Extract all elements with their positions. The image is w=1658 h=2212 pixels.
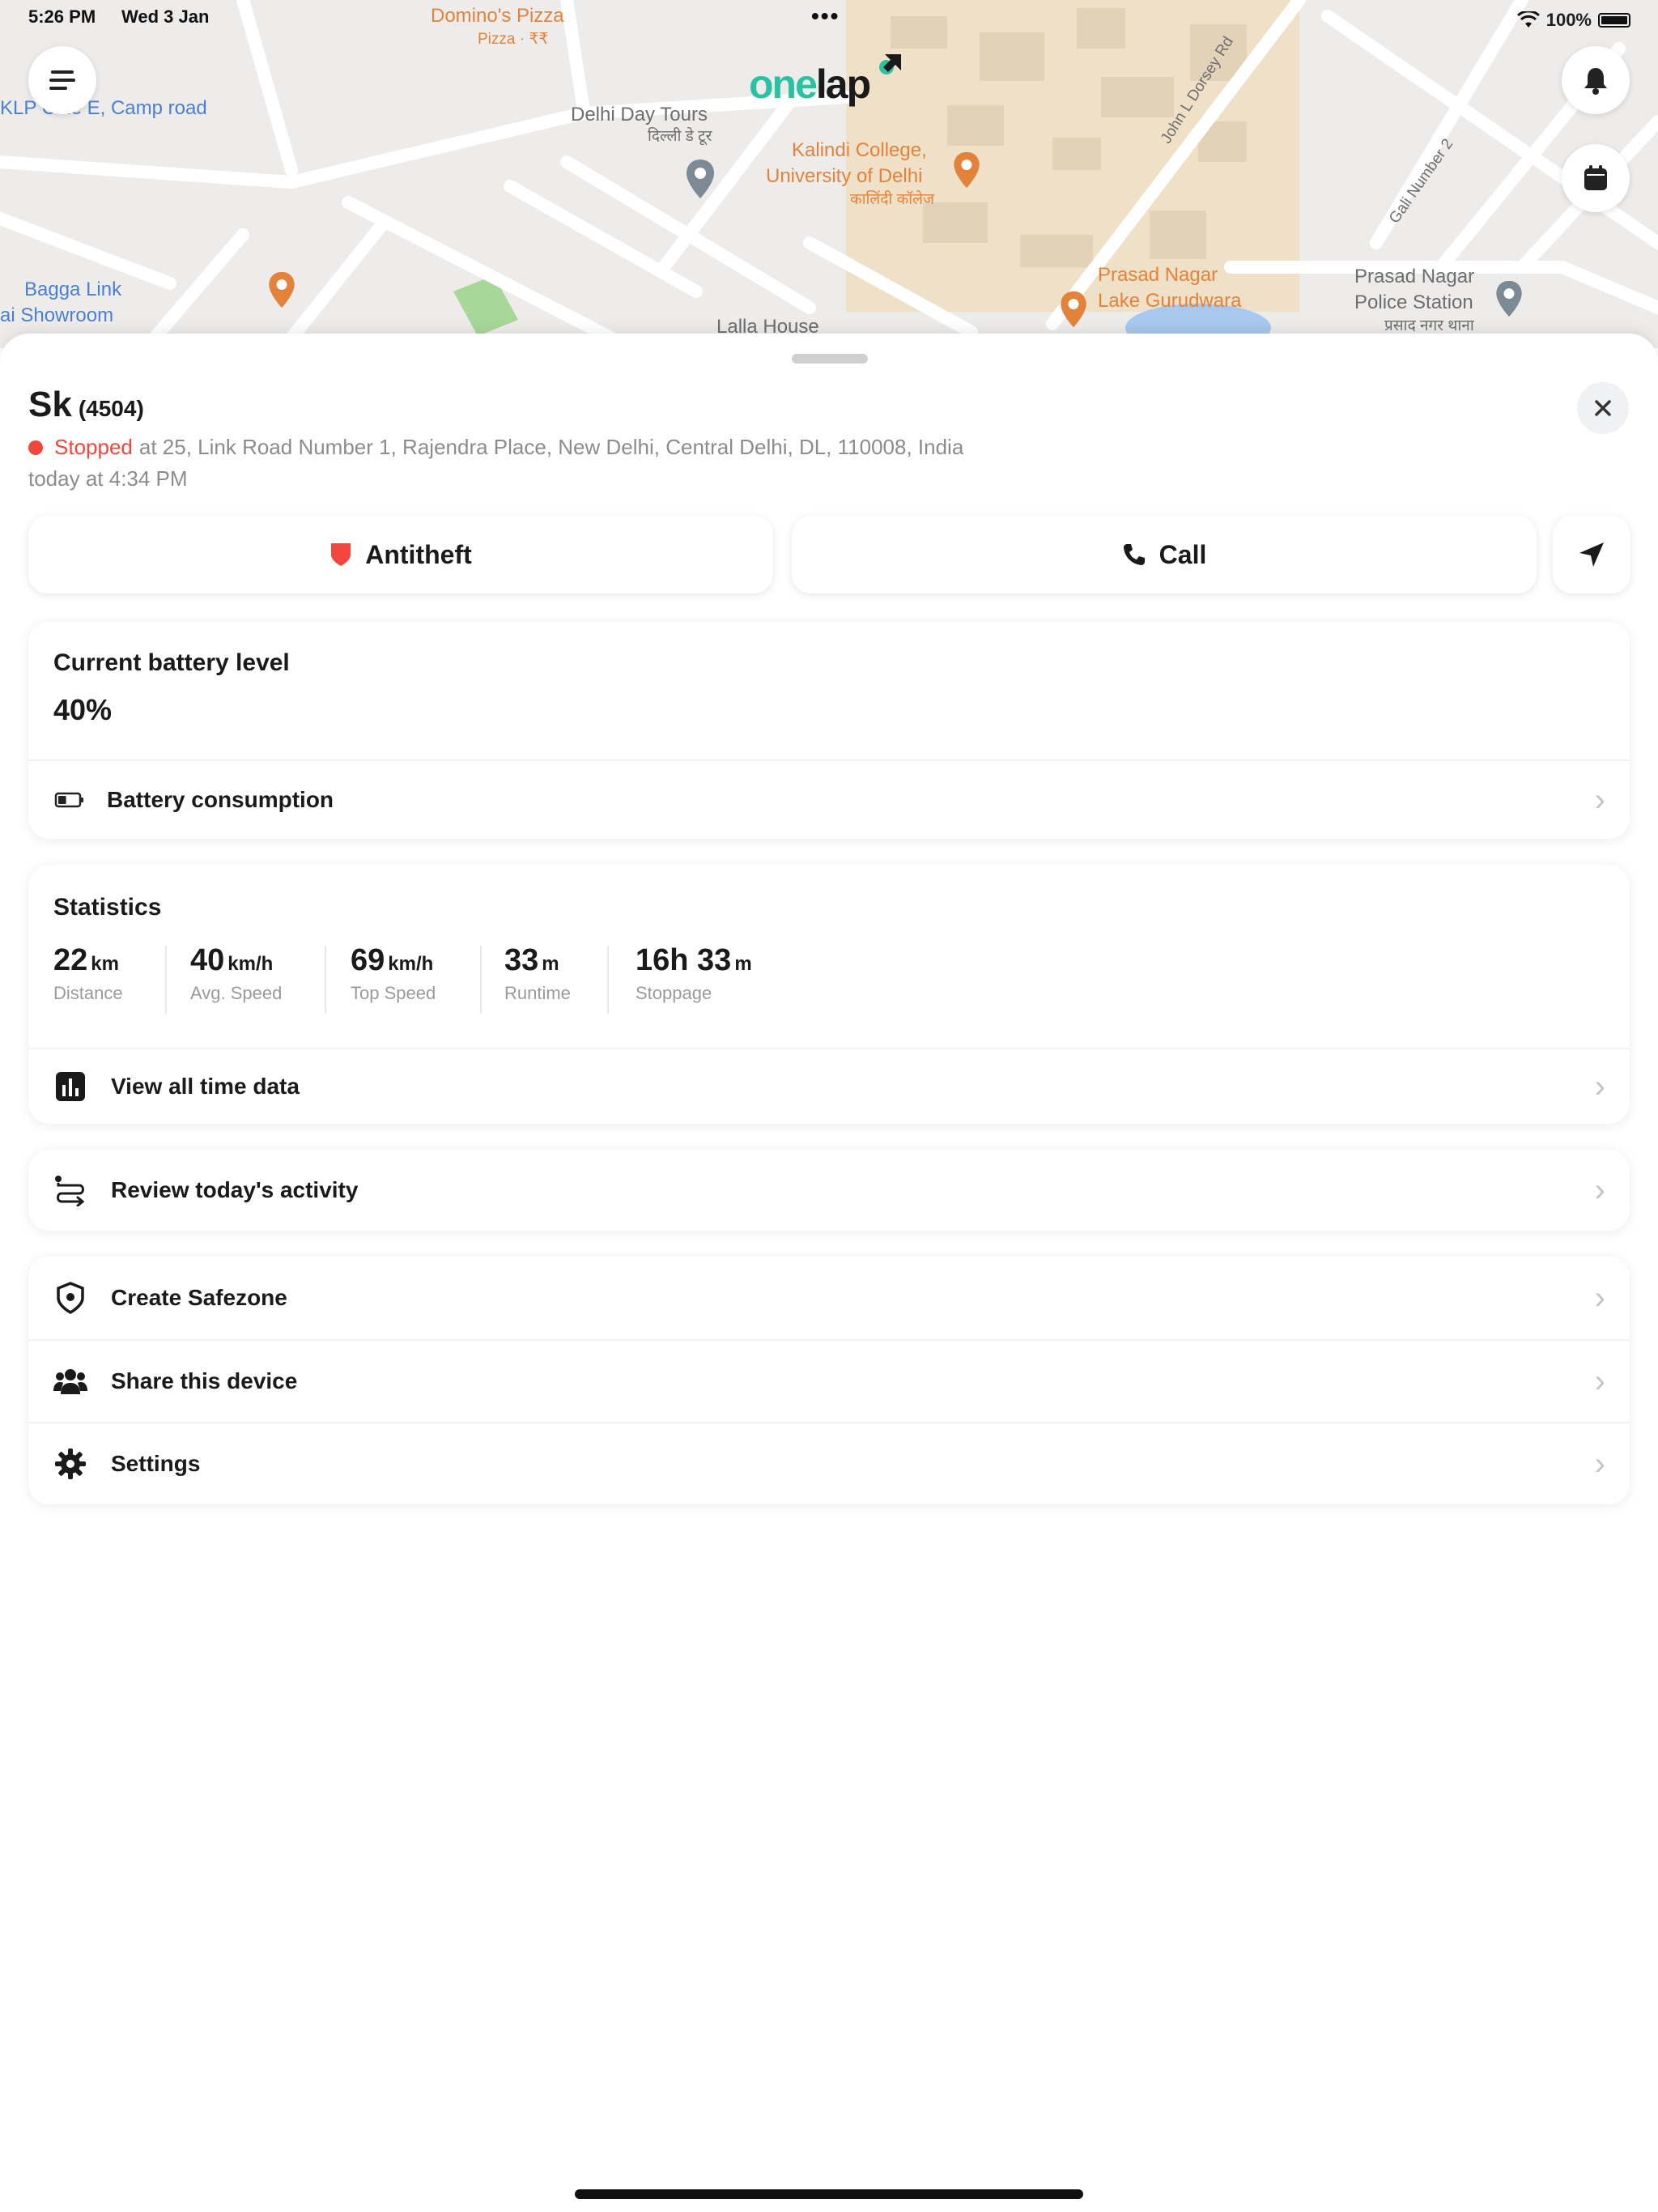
status-dot-icon [28,440,43,455]
logo-arrow-icon [879,54,901,74]
stat-runtime: 33 m Runtime [504,943,571,1003]
battery-card-title: Current battery level [53,649,290,676]
wifi-icon [1516,11,1540,28]
chevron-right-icon: › [1594,1279,1605,1316]
map-label-bagga-2: ai Showroom [0,304,114,326]
chevron-right-icon: › [1594,781,1605,818]
status-timestamp: today at 4:34 PM [28,466,188,491]
map-label-kalindi: Kalindi College, [792,139,927,161]
phone-icon [1123,544,1145,565]
chevron-right-icon: › [1594,1172,1605,1208]
map-label-police-sub: प्रसाद नगर थाना [1384,317,1474,334]
route-icon [53,1172,88,1208]
options-menu-card: Create Safezone › Share this device › Se… [28,1257,1630,1504]
device-detail-sheet: Sk (4504) Stopped at 25, Link Road Number… [0,334,1658,2212]
review-activity-label: Review today's activity [111,1177,359,1202]
calendar-button[interactable] [1562,144,1630,212]
chevron-right-icon: › [1594,1445,1605,1482]
map-label-police-1: Prasad Nagar [1354,266,1475,287]
device-status-line: Stopped at 25, Link Road Number 1, Rajen… [28,435,963,460]
settings-label: Settings [111,1451,201,1476]
battery-consumption-row[interactable]: Battery consumption › [28,761,1630,839]
chevron-right-icon: › [1594,1068,1605,1104]
users-icon [53,1363,88,1399]
close-icon [1595,400,1611,416]
device-title: Sk (4504) [28,385,144,425]
settings-row[interactable]: Settings › [28,1423,1630,1504]
shield-check-icon [53,1280,88,1316]
battery-level-value: 40% [53,693,113,726]
status-text: Stopped [54,435,133,459]
map-label-prasad-1: Prasad Nagar [1098,264,1218,286]
map-label-kalindi-2: University of Delhi [766,165,923,187]
location-pin-icon[interactable] [267,270,296,309]
map-label-police-2: Police Station [1354,291,1473,313]
stat-distance: 22 km Distance [53,943,123,1003]
statistics-title: Statistics [53,894,162,921]
status-time: 5:26 PM [28,6,96,27]
stat-stoppage: 16h 33 m Stoppage [636,943,752,1003]
bell-icon [1584,68,1607,95]
statistics-card: Statistics 22 km Distance 40 km/h Avg. Spe… [28,865,1630,1124]
battery-icon [1598,13,1630,28]
navigate-button[interactable] [1553,516,1630,593]
share-device-label: Share this device [111,1368,298,1393]
battery-card: Current battery level 40% Battery consum… [28,622,1630,839]
chevron-right-icon: › [1594,1363,1605,1399]
device-address: at 25, Link Road Number 1, Rajendra Plac… [138,435,964,459]
status-indicators: 100% [1516,10,1630,31]
map-label-delhi-day-tours: Delhi Day Tours [571,104,708,125]
antitheft-button[interactable]: Antitheft [28,516,773,593]
share-device-row[interactable]: Share this device › [28,1341,1630,1422]
stat-top-speed: 69 km/h Top Speed [351,943,436,1003]
gear-icon [53,1446,88,1482]
location-pin-icon[interactable] [685,158,716,200]
navigation-arrow-icon [1579,542,1604,567]
battery-level-fill [58,796,66,804]
shield-icon [331,543,351,566]
review-activity-card: Review today's activity › [28,1150,1630,1231]
map-label-dominos: Domino's Pizza [431,5,564,27]
sheet-grabber[interactable] [792,354,868,364]
map-label-kalindi-sub: कालिंदी कॉलेज [850,191,935,208]
device-name: Sk [28,385,72,424]
calendar-icon [1584,165,1607,190]
map-label-delhi-day-tours-sub: दिल्ली डे टूर [648,128,712,145]
antitheft-label: Antitheft [365,539,472,569]
location-pin-icon[interactable] [952,151,981,189]
view-all-time-data-label: View all time data [111,1074,300,1099]
map-label-dominos-sub: Pizza · ₹₹ [478,31,549,48]
create-safezone-row[interactable]: Create Safezone › [28,1257,1630,1339]
device-id: (4504) [78,396,144,421]
map-view[interactable]: Domino's Pizza Pizza · ₹₹ KLP Cine E, Ca… [0,0,1658,348]
notifications-button[interactable] [1562,46,1630,114]
battery-percent: 100% [1545,10,1592,30]
status-date: Wed 3 Jan [121,6,210,27]
review-activity-row[interactable]: Review today's activity › [28,1150,1630,1231]
multitasking-dots-icon[interactable]: ••• [811,3,840,29]
battery-consumption-label: Battery consumption [107,787,334,812]
map-label-prasad-2: Lake Gurudwara [1098,290,1242,312]
map-label-bagga-1: Bagga Link [24,279,122,300]
view-all-time-data-row[interactable]: View all time data › [28,1049,1630,1124]
call-label: Call [1158,539,1207,569]
stat-avg-speed: 40 km/h Avg. Speed [190,943,283,1003]
battery-icon [53,782,86,818]
call-button[interactable]: Call [792,516,1537,593]
onelap-logo: onelap [749,54,901,108]
create-safezone-label: Create Safezone [111,1285,287,1310]
location-pin-icon[interactable] [1494,279,1524,318]
close-button[interactable] [1577,382,1629,434]
menu-button[interactable] [28,46,96,114]
bar-chart-icon [53,1069,88,1104]
location-pin-icon[interactable] [1059,290,1088,329]
menu-lines-icon [49,70,75,90]
map-label-camp-road: KLP Cine E, Camp road [0,97,207,119]
home-indicator[interactable] [575,2189,1083,2199]
